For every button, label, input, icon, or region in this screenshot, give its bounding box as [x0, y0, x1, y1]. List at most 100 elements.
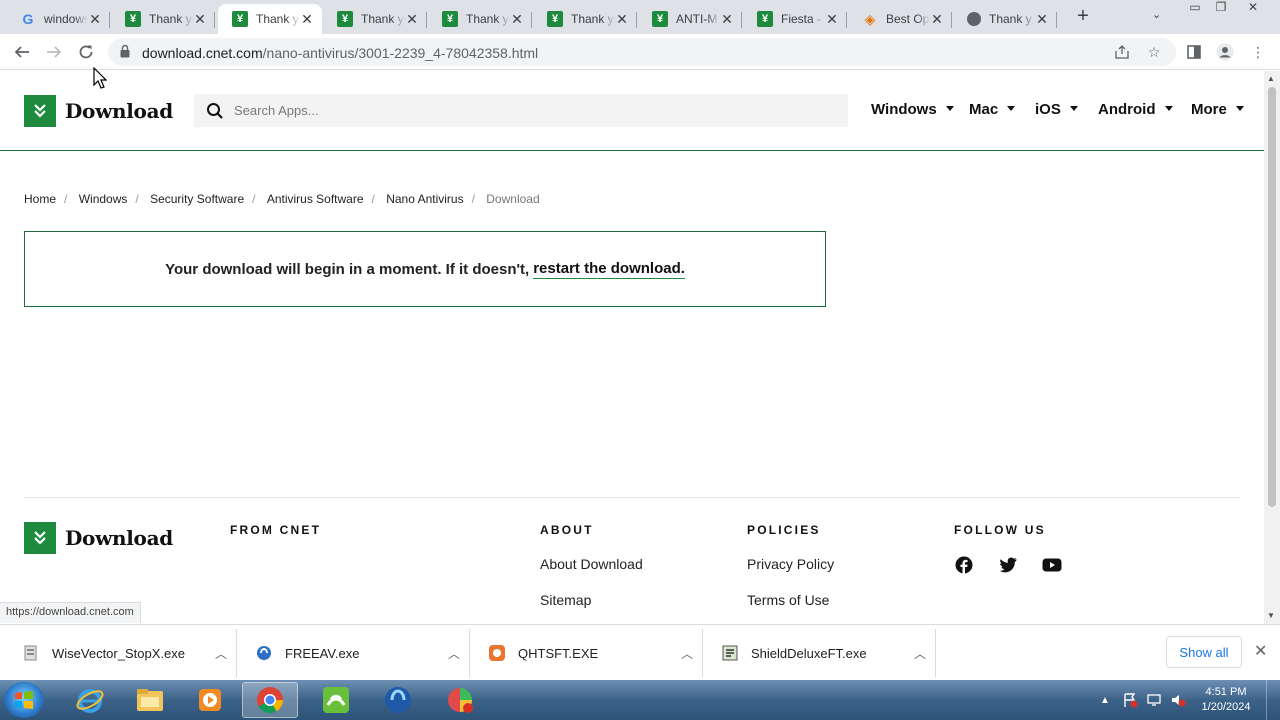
nav-windows[interactable]: Windows [871, 101, 954, 118]
download-item[interactable]: QHTSFT.EXE ︿ [470, 629, 703, 677]
close-icon[interactable]: ✕ [930, 11, 944, 28]
breadcrumb-nano-antivirus[interactable]: Nano Antivirus [386, 192, 463, 206]
tab-search-chevron-icon[interactable]: ⌄ [1152, 8, 1161, 21]
footer-link-about-download[interactable]: About Download [540, 556, 643, 572]
footer-link-sitemap[interactable]: Sitemap [540, 592, 591, 608]
close-icon[interactable]: ✕ [300, 11, 314, 28]
restart-download-link[interactable]: restart the download. [533, 260, 685, 279]
page-scrollbar[interactable]: ▲ ▼ [1264, 71, 1280, 624]
kebab-menu-icon[interactable]: ⋮ [1248, 42, 1268, 62]
restore-icon[interactable]: ❐ [1208, 0, 1234, 18]
breadcrumb-home[interactable]: Home [24, 192, 56, 206]
chevron-up-icon[interactable]: ︿ [206, 645, 236, 662]
browser-tab[interactable]: ◈ Best Op ✕ [848, 4, 952, 34]
volume-muted-icon[interactable] [1170, 680, 1186, 720]
browser-tab[interactable]: ¥ Thank you ✕ [428, 4, 532, 34]
file-explorer-icon[interactable] [122, 682, 178, 718]
caret-down-icon [1235, 106, 1244, 111]
chevron-up-icon[interactable]: ︿ [672, 645, 702, 662]
breadcrumb-windows[interactable]: Windows [79, 192, 128, 206]
bookmark-star-icon[interactable]: ☆ [1144, 42, 1164, 62]
chevron-up-icon[interactable]: ︿ [905, 645, 935, 662]
close-icon[interactable]: ✕ [193, 11, 207, 28]
google-icon: G [22, 11, 34, 27]
close-icon[interactable]: ✕ [1035, 11, 1049, 28]
download-item[interactable]: ShieldDeluxeFT.exe ︿ [703, 629, 936, 677]
browser-tab[interactable]: Thank y ✕ [953, 4, 1057, 34]
lock-icon[interactable] [120, 44, 130, 58]
url-text[interactable]: download.cnet.com/nano-antivirus/3001-22… [142, 45, 538, 61]
chevron-up-icon[interactable]: ︿ [439, 645, 469, 662]
scroll-thumb[interactable] [1268, 87, 1276, 507]
twitter-icon[interactable] [998, 555, 1018, 575]
breadcrumb-security-software[interactable]: Security Software [150, 192, 244, 206]
shield-app-icon [722, 645, 738, 661]
caret-down-icon [1069, 106, 1078, 111]
caret-down-icon [945, 106, 954, 111]
close-icon[interactable]: ✕ [615, 11, 629, 28]
nav-ios[interactable]: iOS [1035, 101, 1078, 118]
footer-heading-from-cnet: FROM CNET [230, 523, 322, 537]
browser-tab[interactable]: G windows ✕ [6, 4, 110, 34]
scroll-down-arrow-icon[interactable]: ▼ [1267, 611, 1275, 620]
profile-avatar-icon[interactable] [1215, 42, 1235, 62]
browser-tab[interactable]: ¥ ANTI-M ✕ [638, 4, 742, 34]
tray-show-hidden-icon[interactable]: ▲ [1100, 680, 1110, 720]
forward-arrow-icon[interactable] [42, 40, 66, 64]
green-app-icon[interactable] [308, 682, 364, 718]
close-icon[interactable]: ✕ [88, 11, 102, 28]
colorful-app-icon[interactable] [432, 682, 488, 718]
browser-tab[interactable]: ¥ Thank you ✕ [111, 4, 215, 34]
close-icon[interactable]: ✕ [510, 11, 524, 28]
new-tab-button[interactable]: + [1072, 6, 1094, 28]
footer-divider [24, 497, 1240, 498]
site-search[interactable] [194, 94, 848, 127]
back-arrow-icon[interactable] [10, 40, 34, 64]
search-input[interactable] [234, 94, 834, 127]
tab-title: Best Op [886, 12, 930, 26]
network-icon[interactable] [1146, 680, 1162, 720]
close-icon[interactable]: ✕ [405, 11, 419, 28]
nav-mac[interactable]: Mac [969, 101, 1016, 118]
window-close-icon[interactable]: ✕ [1240, 0, 1266, 18]
address-bar[interactable]: download.cnet.com/nano-antivirus/3001-22… [108, 38, 1176, 66]
browser-tab-active[interactable]: ¥ Thank you ✕ [218, 4, 322, 34]
side-panel-icon[interactable] [1184, 42, 1204, 62]
minimize-icon[interactable]: ▭ [1182, 0, 1208, 18]
start-button[interactable] [4, 682, 44, 718]
tab-title: Fiesta - [781, 12, 822, 26]
share-icon[interactable] [1112, 42, 1132, 62]
browser-tab[interactable]: ¥ Fiesta - ✕ [743, 4, 847, 34]
media-player-icon[interactable] [182, 682, 238, 718]
nav-more[interactable]: More [1191, 101, 1244, 118]
breadcrumb-antivirus-software[interactable]: Antivirus Software [267, 192, 364, 206]
download-item[interactable]: FREEAV.exe ︿ [237, 629, 470, 677]
close-icon[interactable]: ✕ [1254, 641, 1267, 661]
reload-icon[interactable] [74, 40, 98, 64]
search-icon[interactable] [206, 102, 224, 120]
windows-taskbar: ▲ 4:51 PM 1/20/2024 [0, 680, 1280, 720]
chrome-icon[interactable] [242, 682, 298, 718]
internet-explorer-icon[interactable] [62, 682, 118, 718]
download-item[interactable]: WiseVector_StopX.exe ︿ [4, 629, 237, 677]
show-desktop-button[interactable] [1266, 680, 1280, 720]
browser-tab[interactable]: ¥ Thank you ✕ [323, 4, 427, 34]
close-icon[interactable]: ✕ [825, 11, 839, 28]
site-logo[interactable]: Download [24, 95, 173, 127]
blue-app-icon[interactable] [370, 682, 426, 718]
action-center-flag-icon[interactable] [1122, 680, 1138, 720]
show-all-button[interactable]: Show all [1166, 636, 1242, 668]
nav-android[interactable]: Android [1098, 101, 1173, 118]
nav-label: Windows [871, 101, 937, 118]
system-clock[interactable]: 4:51 PM 1/20/2024 [1196, 685, 1256, 715]
footer-link-privacy-policy[interactable]: Privacy Policy [747, 556, 834, 572]
close-icon[interactable]: ✕ [720, 11, 734, 28]
youtube-icon[interactable] [1042, 555, 1062, 575]
browser-tab[interactable]: ¥ Thank you ✕ [533, 4, 637, 34]
windows-logo-icon [15, 691, 33, 709]
footer-link-terms-of-use[interactable]: Terms of Use [747, 592, 829, 608]
footer-logo[interactable]: Download [24, 522, 173, 554]
tab-title: ANTI-M [676, 12, 718, 26]
scroll-up-arrow-icon[interactable]: ▲ [1267, 74, 1275, 83]
facebook-icon[interactable] [954, 555, 974, 575]
